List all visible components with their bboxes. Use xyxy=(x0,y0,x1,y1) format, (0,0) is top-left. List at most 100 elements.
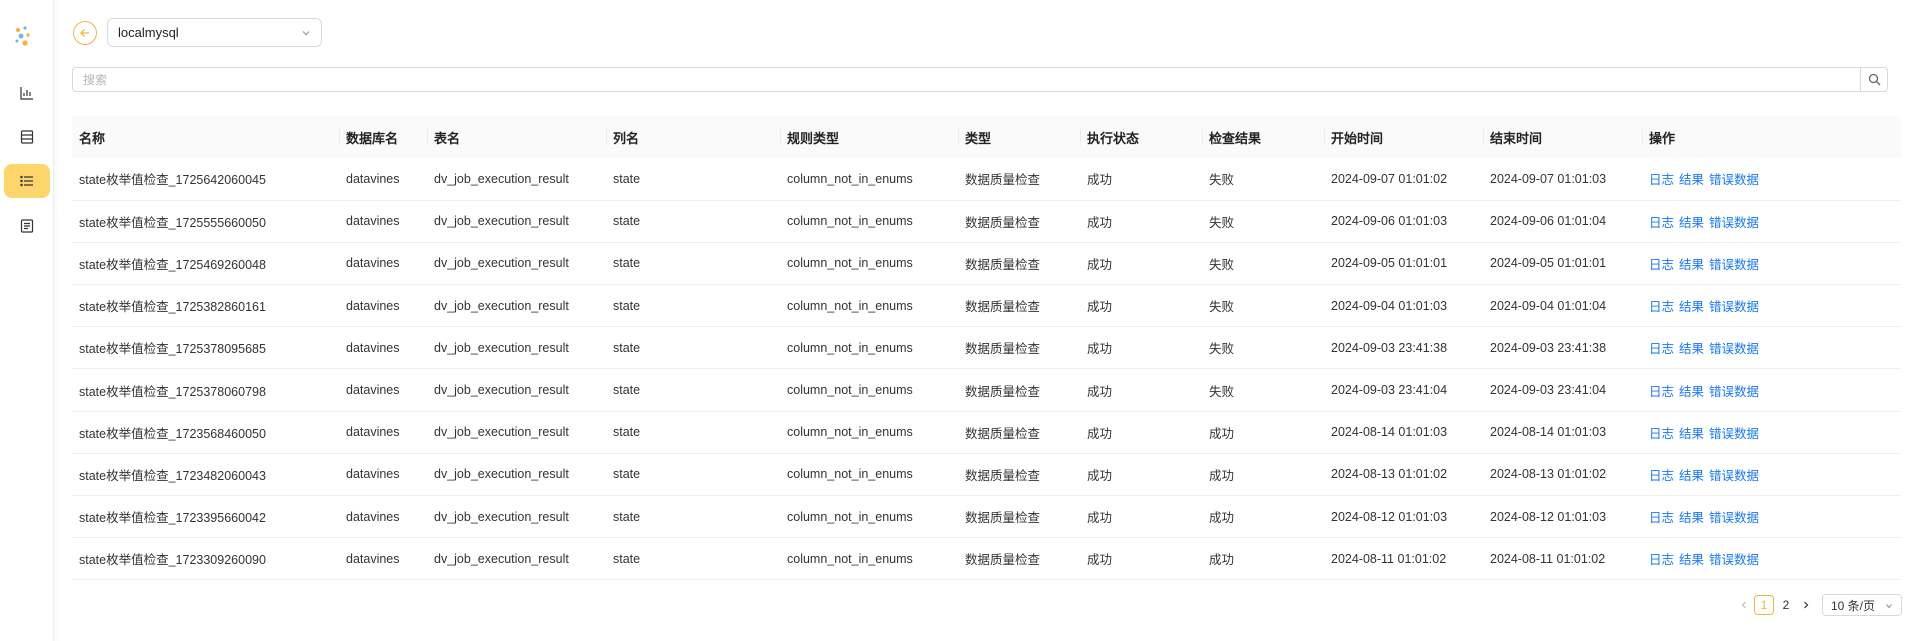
logo-icon xyxy=(15,26,30,46)
next-page-button[interactable] xyxy=(1798,595,1814,615)
result-link[interactable]: 结果 xyxy=(1679,385,1704,399)
log-link[interactable]: 日志 xyxy=(1649,553,1674,567)
table-row: state枚举值检查_1723309260090 datavines dv_job_… xyxy=(72,538,1901,580)
result-link[interactable]: 结果 xyxy=(1679,300,1704,314)
log-link[interactable]: 日志 xyxy=(1649,216,1674,230)
error-data-link[interactable]: 错误数据 xyxy=(1709,469,1759,483)
page-size-value: 10 条/页 xyxy=(1831,598,1876,613)
page-1-button[interactable]: 1 xyxy=(1754,595,1774,615)
cell-exec-status: 成功 xyxy=(1087,553,1113,568)
log-link[interactable]: 日志 xyxy=(1649,511,1674,525)
cell-name: state枚举值检查_1725642060045 xyxy=(79,173,266,188)
error-data-link[interactable]: 错误数据 xyxy=(1709,258,1759,272)
col-header-rule-type: 规则类型 xyxy=(780,116,958,158)
document-icon xyxy=(20,219,34,233)
log-link[interactable]: 日志 xyxy=(1649,173,1674,187)
chevron-down-icon xyxy=(302,31,310,36)
cell-check-result: 失败 xyxy=(1209,300,1235,315)
cell-actions: 日志 结果 错误数据 xyxy=(1642,200,1901,242)
cell-column: state xyxy=(613,467,641,482)
log-link[interactable]: 日志 xyxy=(1649,258,1674,272)
cell-check-result: 失败 xyxy=(1209,384,1235,399)
search-button[interactable] xyxy=(1860,67,1888,92)
error-data-link[interactable]: 错误数据 xyxy=(1709,553,1759,567)
result-link[interactable]: 结果 xyxy=(1679,342,1704,356)
cell-rule-type: column_not_in_enums xyxy=(787,340,913,355)
cell-name: state枚举值检查_1723568460050 xyxy=(79,426,266,441)
col-header-end-time: 结束时间 xyxy=(1483,116,1642,158)
error-data-link[interactable]: 错误数据 xyxy=(1709,216,1759,230)
cell-column: state xyxy=(613,383,641,398)
error-data-link[interactable]: 错误数据 xyxy=(1709,300,1759,314)
error-data-link[interactable]: 错误数据 xyxy=(1709,511,1759,525)
cell-check-result: 失败 xyxy=(1209,173,1235,188)
cell-type: 数据质量检查 xyxy=(965,553,1041,568)
cell-database: datavines xyxy=(346,340,400,355)
error-data-link[interactable]: 错误数据 xyxy=(1709,385,1759,399)
log-link[interactable]: 日志 xyxy=(1649,385,1674,399)
col-header-exec-status: 执行状态 xyxy=(1080,116,1202,158)
cell-type: 数据质量检查 xyxy=(965,342,1041,357)
cell-column: state xyxy=(613,425,641,440)
chevron-right-icon xyxy=(1804,601,1809,609)
cell-database: datavines xyxy=(346,425,400,440)
result-link[interactable]: 结果 xyxy=(1679,173,1704,187)
cell-end-time: 2024-08-11 01:01:02 xyxy=(1490,551,1606,566)
log-link[interactable]: 日志 xyxy=(1649,427,1674,441)
cell-rule-type: column_not_in_enums xyxy=(787,425,913,440)
cell-table: dv_job_execution_result xyxy=(434,171,569,186)
log-link[interactable]: 日志 xyxy=(1649,342,1674,356)
result-link[interactable]: 结果 xyxy=(1679,553,1704,567)
datasource-select[interactable]: localmysql xyxy=(107,18,322,47)
cell-exec-status: 成功 xyxy=(1087,342,1113,357)
list-icon xyxy=(20,175,33,187)
table-row: state枚举值检查_1723568460050 datavines dv_job_… xyxy=(72,411,1901,454)
cell-exec-status: 成功 xyxy=(1087,300,1113,315)
result-link[interactable]: 结果 xyxy=(1679,427,1704,441)
prev-page-button[interactable] xyxy=(1736,595,1752,615)
search-input[interactable] xyxy=(72,67,1860,92)
cell-database: datavines xyxy=(346,298,400,313)
result-link[interactable]: 结果 xyxy=(1679,469,1704,483)
error-data-link[interactable]: 错误数据 xyxy=(1709,427,1759,441)
nav-chart[interactable] xyxy=(4,76,50,110)
back-button[interactable] xyxy=(73,21,97,45)
cell-start-time: 2024-09-03 23:41:38 xyxy=(1331,340,1448,355)
nav-document[interactable] xyxy=(4,209,50,243)
cell-exec-status: 成功 xyxy=(1087,384,1113,399)
cell-column: state xyxy=(613,214,641,229)
result-link[interactable]: 结果 xyxy=(1679,258,1704,272)
result-link[interactable]: 结果 xyxy=(1679,216,1704,230)
cell-rule-type: column_not_in_enums xyxy=(787,383,913,398)
log-link[interactable]: 日志 xyxy=(1649,469,1674,483)
cell-actions: 日志 结果 错误数据 xyxy=(1642,158,1901,200)
search-bar xyxy=(72,67,1888,92)
error-data-link[interactable]: 错误数据 xyxy=(1709,173,1759,187)
cell-start-time: 2024-08-14 01:01:03 xyxy=(1331,425,1448,440)
error-data-link[interactable]: 错误数据 xyxy=(1709,342,1759,356)
log-link[interactable]: 日志 xyxy=(1649,300,1674,314)
cell-table: dv_job_execution_result xyxy=(434,298,569,313)
cell-column: state xyxy=(613,171,641,186)
cell-actions: 日志 结果 错误数据 xyxy=(1642,453,1901,495)
cell-end-time: 2024-09-06 01:01:04 xyxy=(1490,214,1607,229)
table-header: 名称 数据库名 表名 列名 规则类型 类型 执行状态 检查结果 开始时间 结束时… xyxy=(72,116,1901,158)
arrow-left-icon xyxy=(80,29,89,37)
cell-table: dv_job_execution_result xyxy=(434,467,569,482)
nav-table[interactable] xyxy=(4,120,50,154)
cell-end-time: 2024-08-13 01:01:02 xyxy=(1490,467,1607,482)
page-size-select[interactable]: 10 条/页 xyxy=(1822,594,1902,616)
cell-database: datavines xyxy=(346,551,400,566)
nav-list[interactable] xyxy=(4,164,50,198)
page-2-button[interactable]: 2 xyxy=(1776,595,1796,615)
cell-end-time: 2024-08-12 01:01:03 xyxy=(1490,509,1607,524)
cell-type: 数据质量检查 xyxy=(965,468,1041,483)
table-row: state枚举值检查_1725378095685 datavines dv_job_… xyxy=(72,327,1901,369)
col-header-type: 类型 xyxy=(958,116,1080,158)
col-header-table: 表名 xyxy=(427,116,606,158)
cell-name: state枚举值检查_1725555660050 xyxy=(79,215,266,230)
result-link[interactable]: 结果 xyxy=(1679,511,1704,525)
search-icon xyxy=(1868,73,1880,86)
table-row: state枚举值检查_1725469260048 datavines dv_job_… xyxy=(72,242,1901,285)
cell-exec-status: 成功 xyxy=(1087,426,1113,441)
